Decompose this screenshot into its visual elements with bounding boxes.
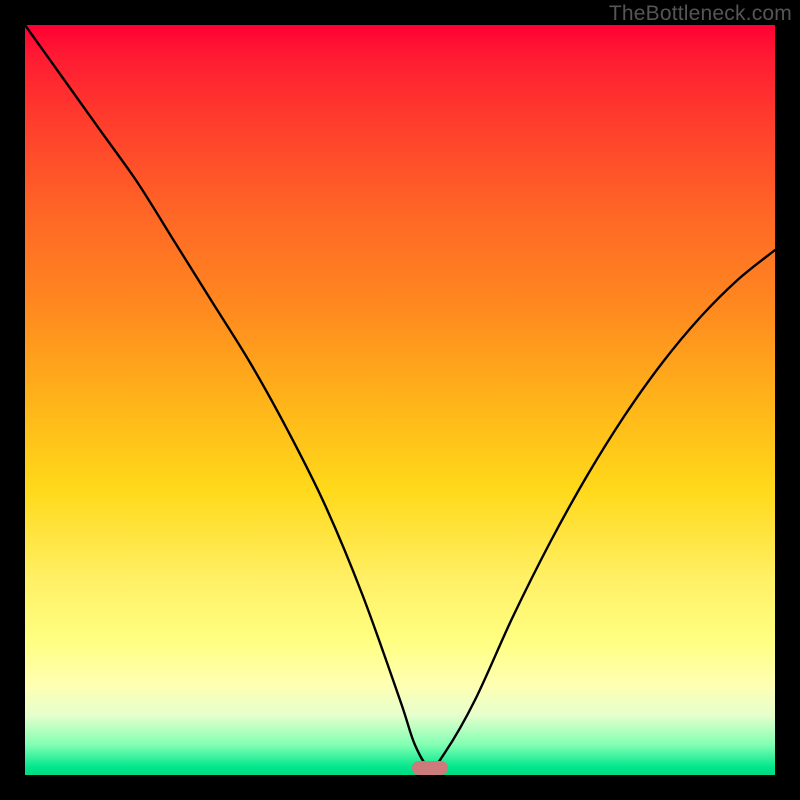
bottleneck-marker <box>412 761 448 775</box>
plot-area <box>25 25 775 775</box>
chart-frame: TheBottleneck.com <box>0 0 800 800</box>
bottleneck-curve <box>25 25 775 775</box>
watermark-text: TheBottleneck.com <box>609 2 792 26</box>
curve-path <box>25 25 775 768</box>
